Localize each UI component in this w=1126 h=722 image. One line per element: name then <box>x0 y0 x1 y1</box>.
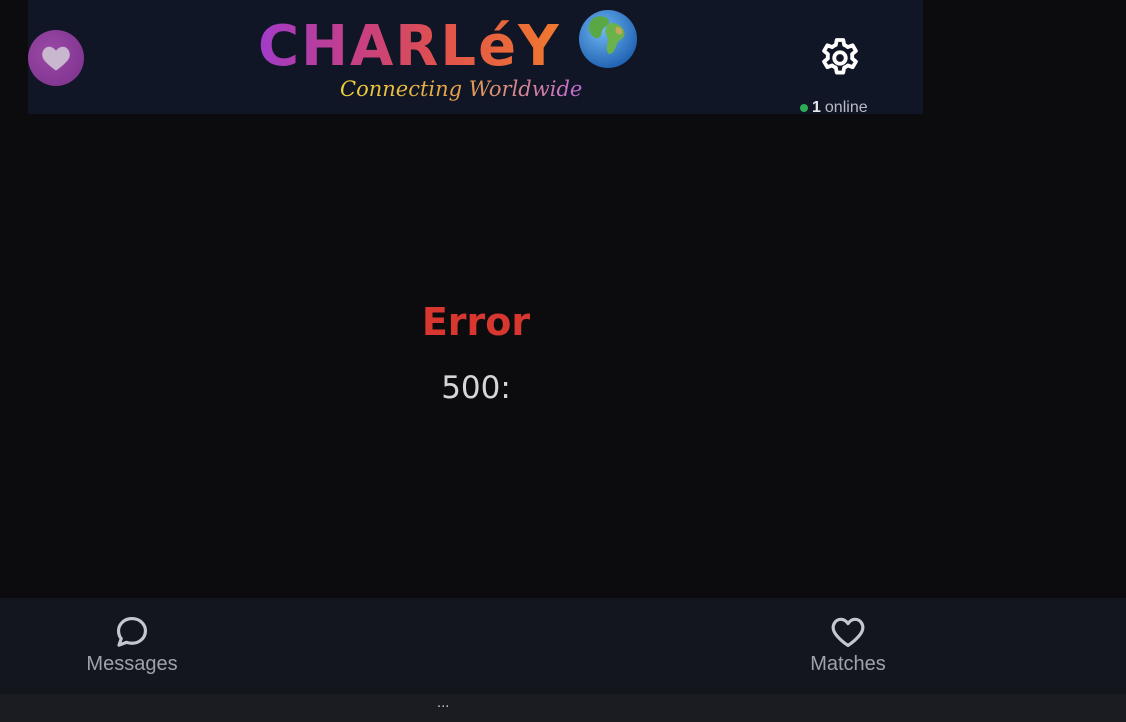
online-count: 1 <box>812 99 821 116</box>
gear-icon <box>822 38 858 75</box>
bottom-navigation: Messages Matches <box>0 598 1126 694</box>
settings-button[interactable] <box>817 35 863 81</box>
logo-title: CHARLéY <box>258 12 561 82</box>
nav-messages-label: Messages <box>86 653 178 675</box>
favorites-button[interactable] <box>28 30 84 86</box>
heart-icon <box>42 46 70 71</box>
nav-messages[interactable]: Messages <box>52 598 212 694</box>
footer-strip: ... <box>0 694 1126 722</box>
tagline: Connecting Worldwide <box>340 77 583 101</box>
globe-icon <box>579 10 637 68</box>
chat-bubble-icon <box>116 616 148 647</box>
footer-ellipsis: ... <box>437 696 450 711</box>
online-status: 1 online <box>800 99 868 117</box>
online-indicator-dot <box>800 104 808 112</box>
nav-matches[interactable]: Matches <box>768 598 928 694</box>
nav-matches-label: Matches <box>810 653 886 675</box>
heart-outline-icon <box>831 617 865 648</box>
online-label: online <box>824 99 868 116</box>
error-title: Error <box>421 300 531 344</box>
error-code: 500: <box>441 370 511 406</box>
brand-logo: CHARLéY Connecting Worldwide <box>258 4 648 108</box>
